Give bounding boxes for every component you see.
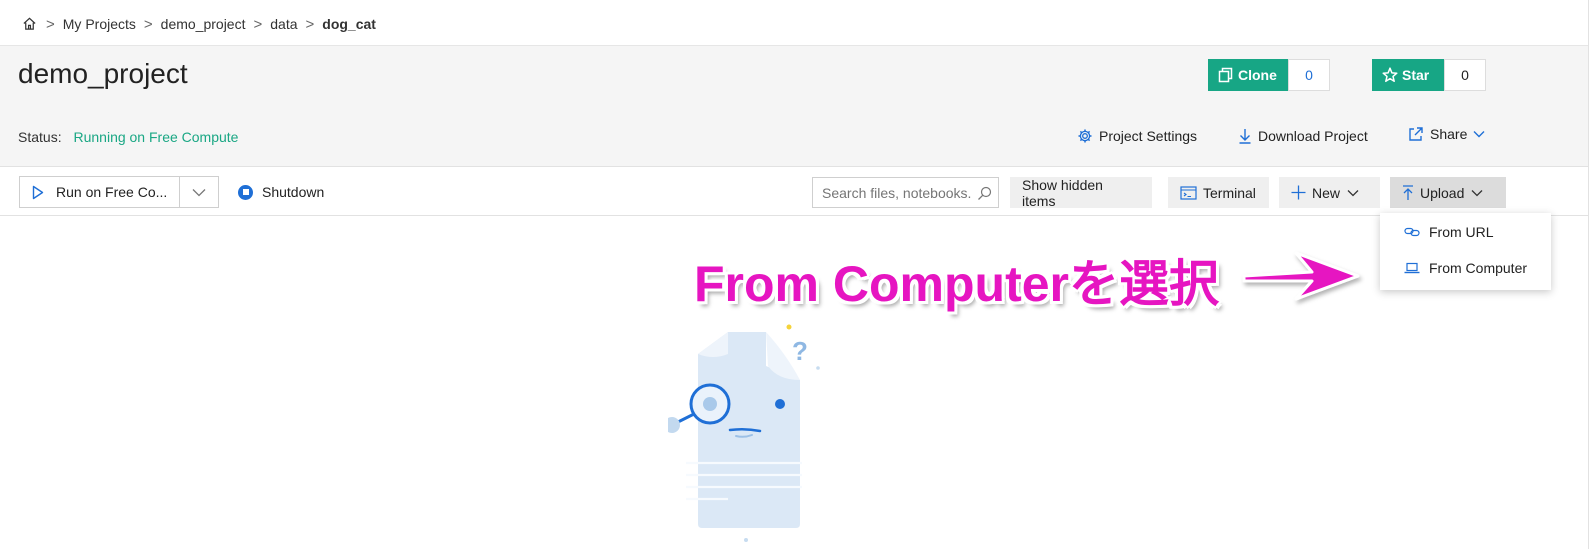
laptop-icon bbox=[1404, 262, 1420, 274]
status-label: Status: bbox=[18, 129, 62, 145]
plus-icon bbox=[1291, 185, 1306, 200]
terminal-button[interactable]: Terminal bbox=[1168, 177, 1269, 208]
from-computer-label: From Computer bbox=[1429, 260, 1528, 276]
run-options-dropdown[interactable] bbox=[180, 177, 218, 207]
clone-count[interactable]: 0 bbox=[1288, 59, 1330, 91]
project-title: demo_project bbox=[18, 58, 188, 89]
star-icon bbox=[1382, 67, 1398, 83]
breadcrumb-demo-project[interactable]: demo_project bbox=[161, 16, 246, 32]
annotation-arrow-icon bbox=[1242, 251, 1360, 301]
status-line: Status: Running on Free Compute bbox=[18, 129, 238, 145]
terminal-icon bbox=[1180, 185, 1197, 200]
chevron-down-icon bbox=[1347, 189, 1359, 196]
upload-icon bbox=[1403, 184, 1413, 200]
upload-menu: From URL From Computer bbox=[1380, 213, 1551, 290]
download-icon bbox=[1239, 129, 1251, 144]
run-split-button: Run on Free Co... bbox=[19, 176, 219, 208]
new-label: New bbox=[1312, 184, 1341, 201]
shutdown-label: Shutdown bbox=[262, 184, 325, 200]
empty-folder-illustration-icon: ? bbox=[668, 324, 820, 542]
chevron-down-icon bbox=[192, 188, 206, 196]
annotation-text: From Computerを選択 bbox=[694, 256, 1219, 312]
chevron-down-icon bbox=[1473, 131, 1485, 138]
breadcrumb-separator: > bbox=[305, 15, 315, 33]
clone-button[interactable]: Clone bbox=[1208, 59, 1288, 91]
file-toolbar: Run on Free Co... Shutdown Show hidden i… bbox=[0, 168, 1588, 216]
breadcrumb-current: dog_cat bbox=[322, 16, 376, 32]
menu-item-from-url[interactable]: From URL bbox=[1404, 224, 1494, 240]
home-icon[interactable] bbox=[22, 16, 38, 32]
clone-label: Clone bbox=[1238, 67, 1277, 83]
breadcrumb-my-projects[interactable]: My Projects bbox=[63, 16, 136, 32]
run-button[interactable]: Run on Free Co... bbox=[20, 177, 180, 207]
stop-icon bbox=[238, 184, 253, 200]
share-label: Share bbox=[1430, 126, 1468, 142]
star-count[interactable]: 0 bbox=[1444, 59, 1486, 91]
breadcrumb-separator: > bbox=[46, 15, 55, 33]
show-hidden-label: Show hidden items bbox=[1022, 176, 1103, 209]
share-icon bbox=[1409, 127, 1423, 141]
search-box bbox=[812, 177, 999, 208]
menu-item-from-computer[interactable]: From Computer bbox=[1404, 260, 1527, 276]
star-button[interactable]: Star bbox=[1372, 59, 1444, 91]
star-label: Star bbox=[1402, 67, 1430, 83]
from-url-label: From URL bbox=[1429, 224, 1494, 240]
download-project-link[interactable]: Download Project bbox=[1238, 128, 1368, 144]
page: > My Projects > demo_project > data > do… bbox=[0, 0, 1593, 549]
gear-icon bbox=[1078, 129, 1092, 143]
run-label: Run on Free Co... bbox=[56, 184, 168, 200]
upload-button[interactable]: Upload bbox=[1390, 177, 1506, 208]
breadcrumb-separator: > bbox=[143, 15, 153, 33]
share-button[interactable]: Share bbox=[1408, 126, 1491, 142]
chevron-down-icon bbox=[1471, 189, 1483, 196]
clone-icon bbox=[1218, 67, 1233, 83]
search-icon[interactable] bbox=[977, 186, 992, 201]
project-header: demo_project Clone 0 Star 0 Status: Runn… bbox=[0, 45, 1588, 167]
play-icon bbox=[32, 185, 44, 199]
terminal-label: Terminal bbox=[1203, 184, 1256, 201]
svg-text:?: ? bbox=[792, 336, 808, 366]
link-icon bbox=[1404, 227, 1420, 237]
upload-label: Upload bbox=[1420, 184, 1465, 201]
new-button[interactable]: New bbox=[1279, 177, 1380, 208]
search-input[interactable] bbox=[822, 184, 972, 201]
status-value: Running on Free Compute bbox=[73, 129, 239, 145]
project-settings-label: Project Settings bbox=[1099, 128, 1198, 144]
shutdown-button[interactable]: Shutdown bbox=[238, 184, 324, 200]
breadcrumb: > My Projects > demo_project > data > do… bbox=[22, 14, 376, 34]
breadcrumb-data[interactable]: data bbox=[270, 16, 297, 32]
download-project-label: Download Project bbox=[1258, 128, 1368, 144]
breadcrumb-separator: > bbox=[253, 15, 263, 33]
page-border bbox=[1588, 0, 1589, 549]
show-hidden-items-button[interactable]: Show hidden items bbox=[1010, 176, 1152, 209]
project-settings-link[interactable]: Project Settings bbox=[1077, 128, 1197, 144]
